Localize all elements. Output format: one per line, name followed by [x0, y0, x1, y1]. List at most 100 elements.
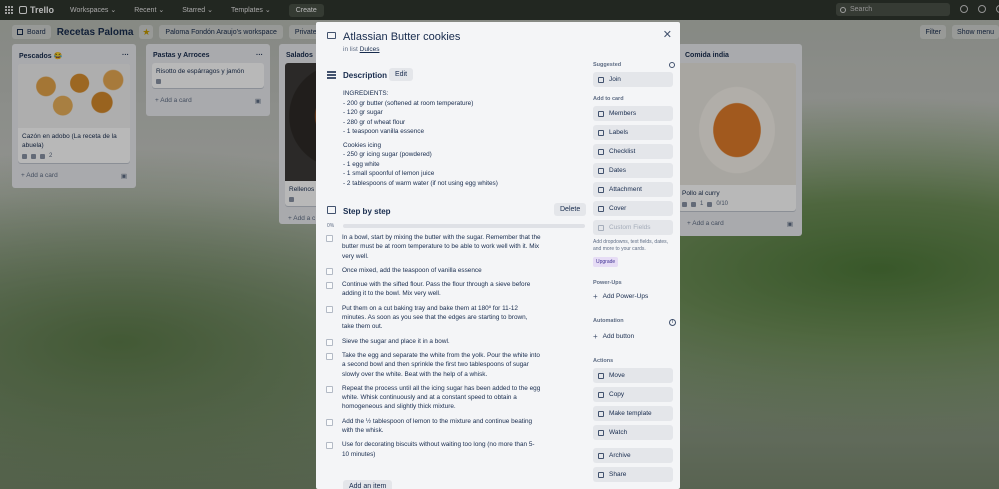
- gear-icon[interactable]: [669, 62, 675, 68]
- checklist-checkbox[interactable]: [326, 282, 333, 290]
- delete-checklist-button[interactable]: Delete: [554, 203, 587, 216]
- description-line: - 280 gr of wheat flour: [343, 118, 406, 126]
- add-powerups-label: Add Power-Ups: [602, 293, 649, 300]
- watch-button[interactable]: Watch: [593, 425, 673, 440]
- move-label: Move: [609, 372, 625, 379]
- add-button-button[interactable]: + Add button: [593, 332, 634, 341]
- join-button[interactable]: Join: [593, 72, 673, 87]
- custom-fields-label: Custom Fields: [609, 224, 651, 231]
- make-template-label: Make template: [609, 410, 652, 417]
- list-name-link[interactable]: Dulces: [360, 46, 380, 53]
- cover-label: Cover: [609, 205, 627, 212]
- checklist-checkbox[interactable]: [326, 352, 333, 360]
- share-button[interactable]: Share: [593, 467, 673, 482]
- share-label: Share: [609, 471, 627, 478]
- edit-description-button[interactable]: Edit: [389, 68, 414, 81]
- make-template-button[interactable]: Make template: [593, 406, 673, 421]
- checklist-checkbox[interactable]: [326, 338, 333, 346]
- description-line: - 200 gr butter (softened at room temper…: [343, 99, 474, 107]
- checklist-progress-percent: 0%: [327, 223, 335, 229]
- checklist-button[interactable]: Checklist: [593, 144, 673, 159]
- cover-button[interactable]: Cover: [593, 201, 673, 216]
- description-line: Cookies icing: [343, 141, 382, 149]
- checklist-item: Use for decorating biscuits without wait…: [326, 440, 541, 459]
- checklist-checkbox[interactable]: [326, 442, 333, 450]
- checklist-item-text[interactable]: Use for decorating biscuits without wait…: [342, 440, 541, 459]
- add-powerups-button[interactable]: + Add Power-Ups: [593, 292, 648, 301]
- join-label: Join: [609, 76, 621, 83]
- move-button[interactable]: Move: [593, 368, 673, 383]
- upgrade-button[interactable]: Upgrade: [593, 257, 619, 267]
- checklist-item-text[interactable]: In a bowl, start by mixing the butter wi…: [342, 233, 541, 261]
- checklist-progress-bar: [343, 224, 585, 228]
- members-label: Members: [609, 110, 637, 117]
- suggested-label: Suggested: [593, 62, 622, 68]
- checklist-item: Repeat the process until all the icing s…: [326, 384, 541, 412]
- checklist-item: Sieve the sugar and place it in a bowl.: [326, 337, 541, 346]
- description-line: - 250 gr icing sugar (powdered): [343, 151, 432, 158]
- checklist-item-text[interactable]: Continue with the sifted flour. Pass the…: [342, 280, 541, 299]
- card-detail-modal: ✕ Atlassian Butter cookies in list Dulce…: [316, 22, 680, 489]
- arrow-right-icon: [598, 372, 604, 379]
- checklist-item: Add the ½ tablespoon of lemon to the mix…: [326, 417, 541, 436]
- paperclip-icon: [598, 186, 604, 193]
- checklist-label: Checklist: [609, 148, 636, 155]
- info-icon[interactable]: i: [669, 319, 676, 326]
- custom-fields-icon: [598, 224, 604, 231]
- checklist-items: In a bowl, start by mixing the butter wi…: [326, 233, 541, 464]
- checklist-item-text[interactable]: Once mixed, add the teaspoon of vanilla …: [342, 266, 482, 275]
- card-title[interactable]: Atlassian Butter cookies: [343, 31, 460, 43]
- description-line: - 120 gr sugar: [343, 109, 383, 116]
- members-button[interactable]: Members: [593, 106, 673, 121]
- archive-button[interactable]: Archive: [593, 448, 673, 463]
- custom-fields-button[interactable]: Custom Fields: [593, 220, 673, 235]
- checklist-item-text[interactable]: Take the egg and separate the white from…: [342, 351, 541, 379]
- actions-label: Actions: [593, 358, 614, 364]
- attachment-button[interactable]: Attachment: [593, 182, 673, 197]
- template-icon: [598, 410, 604, 417]
- cover-icon: [598, 205, 604, 212]
- powerups-label: Power-Ups: [593, 280, 622, 286]
- user-icon: [598, 110, 604, 117]
- add-button-label: Add button: [602, 333, 635, 340]
- checklist-checkbox[interactable]: [326, 235, 333, 242]
- checklist-item: Take the egg and separate the white from…: [326, 351, 541, 379]
- add-to-card-label: Add to card: [593, 96, 624, 102]
- description-line: INGREDIENTS:: [343, 90, 389, 97]
- card-icon: [327, 32, 336, 39]
- archive-label: Archive: [609, 452, 631, 459]
- checklist-checkbox[interactable]: [326, 418, 333, 426]
- checklist-item-text[interactable]: Put them on a cut baking tray and bake t…: [342, 304, 541, 332]
- checklist-item: Put them on a cut baking tray and bake t…: [326, 304, 541, 332]
- close-icon[interactable]: ✕: [663, 28, 672, 41]
- labels-button[interactable]: Labels: [593, 125, 673, 140]
- copy-icon: [598, 391, 604, 398]
- custom-fields-note: Add dropdowns, text fields, dates, and m…: [593, 239, 669, 252]
- description-line: - 1 egg white: [343, 160, 380, 168]
- checklist-checkbox[interactable]: [326, 385, 333, 393]
- checklist-item-text[interactable]: Add the ½ tablespoon of lemon to the mix…: [342, 417, 541, 436]
- checklist-title[interactable]: Step by step: [343, 207, 391, 216]
- dates-label: Dates: [609, 167, 626, 174]
- description-line: - 2 tablespoons of warm water (if not us…: [343, 179, 498, 187]
- in-list-text: in list Dulces: [343, 46, 380, 53]
- add-checklist-item-button[interactable]: Add an item: [343, 480, 393, 489]
- checklist-checkbox[interactable]: [326, 267, 333, 275]
- description-heading: Description: [343, 71, 388, 80]
- copy-button[interactable]: Copy: [593, 387, 673, 402]
- checklist-item-text[interactable]: Sieve the sugar and place it in a bowl.: [342, 337, 450, 346]
- attachment-label: Attachment: [609, 186, 642, 193]
- watch-label: Watch: [609, 429, 628, 436]
- eye-icon: [598, 429, 604, 436]
- dates-button[interactable]: Dates: [593, 163, 673, 178]
- copy-label: Copy: [609, 391, 625, 398]
- plus-icon: +: [593, 332, 598, 341]
- checklist-item: In a bowl, start by mixing the butter wi…: [326, 233, 541, 261]
- checklist-item-text[interactable]: Repeat the process until all the icing s…: [342, 384, 541, 412]
- labels-label: Labels: [609, 129, 629, 136]
- archive-icon: [598, 452, 604, 459]
- description-text[interactable]: INGREDIENTS: - 200 gr butter (softened a…: [343, 89, 583, 188]
- checklist-checkbox[interactable]: [326, 305, 333, 313]
- label-icon: [598, 129, 604, 136]
- description-line: - 1 teaspoon vanilla essence: [343, 128, 425, 135]
